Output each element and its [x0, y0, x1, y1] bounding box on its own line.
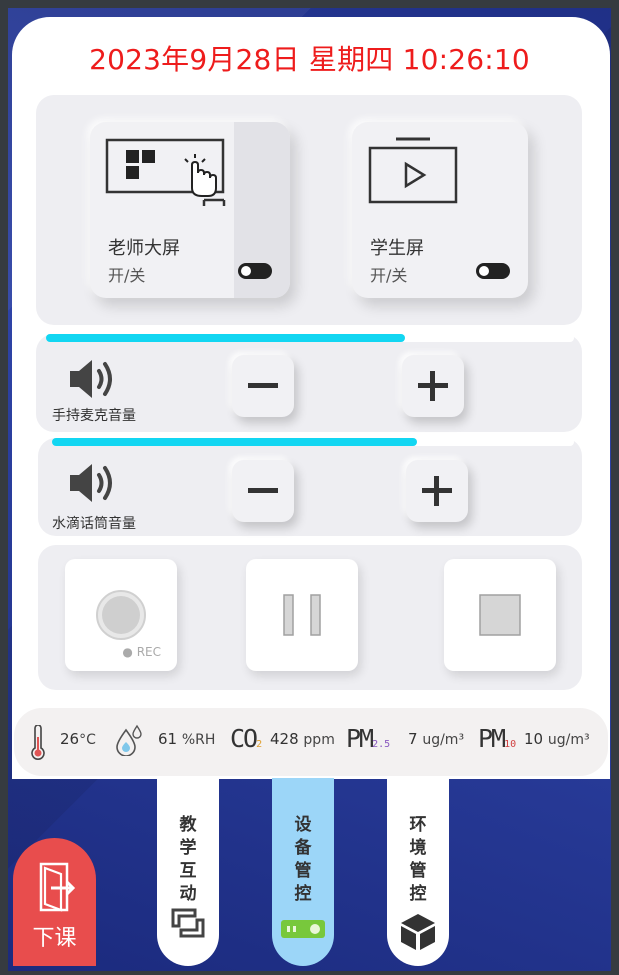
speaker-icon — [70, 360, 112, 398]
tab-teaching-interaction[interactable]: 教学互动 — [157, 778, 219, 966]
pm25-icon: PM2.5 — [346, 724, 391, 753]
pause-icon — [283, 594, 321, 636]
student-screen-card[interactable]: 学生屏 开/关 — [352, 122, 528, 298]
cube-icon — [401, 914, 435, 950]
minus-icon — [248, 383, 278, 388]
teacher-screen-state-label: 开/关 — [108, 266, 146, 285]
rec-label: ● REC — [122, 645, 161, 659]
switch-icon — [171, 908, 205, 938]
pm10-unit: ug/m³ — [547, 732, 590, 748]
teacher-screen-icon — [105, 138, 226, 206]
speaker-icon — [70, 464, 112, 502]
humidity-value: 61 — [158, 730, 178, 748]
door-exit-icon — [39, 862, 76, 912]
droplet-mic-volume-label: 水滴话筒音量 — [52, 516, 136, 532]
humidity-icon — [116, 724, 142, 756]
stop-button[interactable] — [444, 559, 556, 671]
minus-icon — [248, 488, 278, 493]
plus-icon — [418, 371, 448, 401]
handheld-mic-volume-up-button[interactable] — [402, 355, 464, 417]
handheld-mic-volume-bar[interactable] — [46, 334, 574, 342]
datetime-display: 2023年9月28日 星期四 10:26:10 — [89, 43, 530, 76]
handheld-mic-volume-down-button[interactable] — [232, 355, 294, 417]
student-screen-toggle[interactable] — [476, 263, 510, 279]
record-button[interactable]: ● REC — [65, 559, 177, 671]
projector-icon — [281, 920, 325, 938]
tab-environment-control[interactable]: 环境管控 — [387, 778, 449, 966]
student-screen-title: 学生屏 — [370, 238, 424, 259]
droplet-mic-volume-bar[interactable] — [52, 438, 574, 446]
tab-teaching-interaction-label: 教学互动 — [179, 815, 197, 904]
tab-environment-control-label: 环境管控 — [409, 815, 427, 904]
droplet-mic-volume-fill — [52, 438, 418, 446]
temperature-value: 26 — [60, 730, 80, 748]
co2-value: 428 — [270, 730, 299, 748]
end-class-label: 下课 — [32, 926, 77, 951]
handheld-mic-volume-label: 手持麦克音量 — [52, 408, 136, 424]
teacher-screen-title: 老师大屏 — [108, 238, 180, 259]
handheld-mic-volume-fill — [46, 334, 406, 342]
student-screen-icon — [368, 137, 458, 204]
teacher-screen-toggle[interactable] — [238, 263, 272, 279]
pm25-value: 7 — [408, 730, 418, 748]
pm10-value: 10 — [524, 730, 544, 748]
plus-icon — [422, 476, 452, 506]
record-icon — [96, 590, 146, 640]
humidity-unit: %RH — [181, 732, 216, 748]
tab-device-control[interactable]: 设备管控 — [272, 778, 334, 966]
student-screen-state-label: 开/关 — [370, 266, 408, 285]
end-class-button[interactable]: 下课 — [13, 838, 96, 966]
pm10-icon: PM10 — [478, 724, 517, 753]
thermometer-icon — [31, 725, 45, 760]
droplet-mic-volume-down-button[interactable] — [232, 460, 294, 522]
droplet-mic-volume-up-button[interactable] — [406, 460, 468, 522]
temperature-unit: °C — [79, 732, 96, 748]
tab-device-control-label: 设备管控 — [294, 815, 312, 904]
co2-unit: ppm — [303, 732, 335, 748]
environment-bar: 26°C 61 %RH CO2 428 ppm PM2.5 7 ug/m³ PM… — [14, 708, 608, 776]
teacher-screen-card[interactable]: 老师大屏 开/关 — [90, 122, 290, 298]
pm25-unit: ug/m³ — [422, 732, 465, 748]
pause-button[interactable] — [246, 559, 358, 671]
co2-icon: CO2 — [230, 724, 263, 753]
stop-icon — [479, 594, 521, 636]
